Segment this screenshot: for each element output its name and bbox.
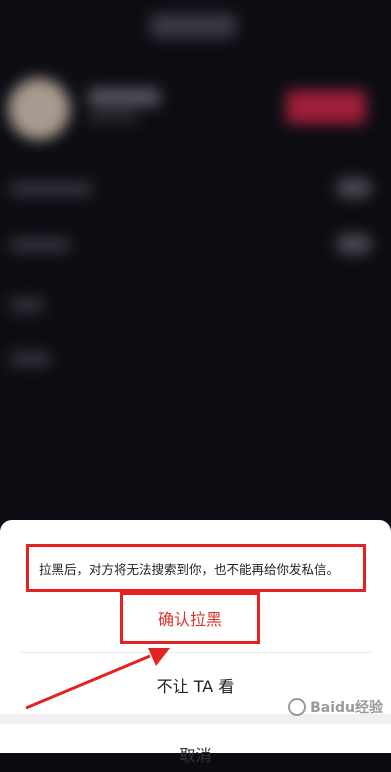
setting-row [10,238,70,252]
block-action-sheet: 拉黑后，对方将无法搜索到你，也不能再给你发私信。 确认拉黑 不让 TA 看 取消 [0,520,391,765]
username-placeholder [88,88,160,106]
toggle-switch [336,234,372,254]
cancel-button[interactable]: 取消 [0,742,391,772]
follow-button-placeholder [286,90,366,124]
watermark: Baidu经验 [288,697,383,717]
toggle-switch [336,178,372,198]
avatar [8,78,70,140]
block-warning-notice: 拉黑后，对方将无法搜索到你，也不能再给你发私信。 [26,544,366,592]
blurred-background-screen [0,0,391,540]
user-subtitle-placeholder [88,112,138,122]
divider [20,652,371,653]
setting-row [10,182,92,196]
paw-logo-icon [288,698,307,716]
setting-row [10,298,44,312]
setting-row [10,352,50,366]
header-title-placeholder [150,14,236,38]
watermark-text: Baidu经验 [310,700,383,716]
confirm-block-button[interactable]: 确认拉黑 [120,592,260,644]
